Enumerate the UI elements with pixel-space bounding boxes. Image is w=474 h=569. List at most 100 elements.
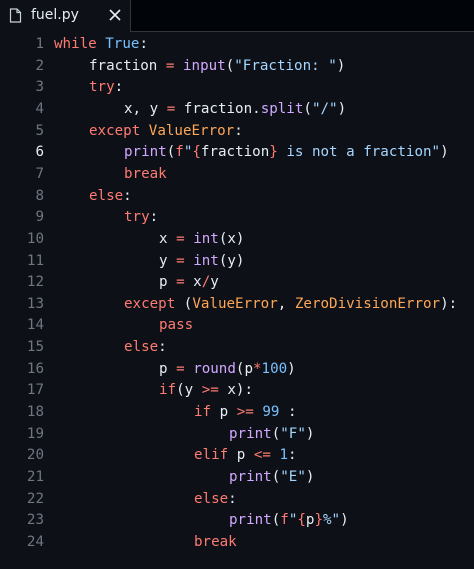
code-token: p [159, 360, 168, 377]
code-token: ValueError [192, 295, 278, 312]
code-text: break [194, 532, 237, 553]
line-number: 8 [35, 187, 44, 204]
code-line[interactable]: 5 except ValueError: [0, 121, 474, 142]
code-text: else: [124, 337, 167, 358]
code-line[interactable]: 18 if p >= 99 : [0, 402, 474, 423]
tab-fuel-py[interactable]: fuel.py [0, 0, 131, 32]
code-line[interactable]: 4 x, y = fraction.split("/") [0, 99, 474, 120]
code-line[interactable]: 21 print("E") [0, 467, 474, 488]
code-line[interactable]: 16 p = round(p*100) [0, 359, 474, 380]
code-line[interactable]: 6 print(f"{fraction} is not a fraction") [0, 142, 474, 163]
code-line[interactable]: 19 print("F") [0, 424, 474, 445]
code-token: * [253, 360, 262, 377]
code-token: , [277, 295, 295, 312]
line-number: 1 [35, 36, 44, 52]
code-line[interactable]: 17 if(y >= x): [0, 380, 474, 401]
code-token: "/" [311, 100, 338, 117]
line-number: 3 [35, 79, 44, 96]
code-token: while [54, 36, 97, 52]
code-text: x = int(x) [159, 229, 244, 250]
code-token: ): [440, 295, 458, 312]
code-token: (y [176, 382, 194, 399]
code-token: ( [271, 512, 281, 529]
line-number: 9 [35, 209, 44, 226]
code-token: ) [287, 360, 296, 377]
code-token: p [211, 404, 229, 421]
code-token: : [279, 404, 297, 421]
code-text: pass [159, 315, 193, 336]
code-token: ) [305, 469, 315, 485]
code-token: input [182, 57, 226, 74]
code-line[interactable]: 3 try: [0, 77, 474, 98]
code-line[interactable]: 23 print(f"{p}%") [0, 510, 474, 531]
code-token: break [124, 165, 167, 182]
code-line[interactable]: 13 except (ValueError, ZeroDivisionError)… [0, 294, 474, 315]
code-token: ) [337, 100, 347, 117]
code-token: is not a fraction" [277, 144, 441, 161]
close-icon[interactable] [107, 6, 123, 24]
code-token: fraction [200, 144, 270, 161]
line-number: 20 [26, 447, 44, 464]
code-editor[interactable]: 1 while True: 2 fraction = input("Fraction:… [0, 33, 474, 569]
code-token: p [159, 274, 168, 291]
code-token: fraction [89, 57, 158, 74]
code-token: 1 [279, 447, 288, 464]
code-text: fraction = input("Fraction: ") [89, 56, 345, 77]
code-line[interactable]: 2 fraction = input("Fraction: ") [0, 56, 474, 77]
code-token: x, y [124, 100, 159, 117]
code-line[interactable]: 10 x = int(x) [0, 229, 474, 250]
code-line[interactable]: 8 else: [0, 186, 474, 207]
code-token: print [229, 425, 272, 442]
code-token: } [314, 512, 323, 529]
code-line[interactable]: 12 p = x/y [0, 272, 474, 293]
code-token: f [280, 512, 289, 529]
line-number: 13 [26, 295, 44, 312]
code-token: int [193, 252, 219, 269]
code-token: >= [201, 382, 219, 399]
line-number: 18 [26, 404, 44, 421]
code-line[interactable]: 22 else: [0, 489, 474, 510]
code-token: : [234, 122, 243, 139]
code-token: : [114, 79, 124, 96]
code-token: : [139, 36, 148, 52]
code-token: if [159, 382, 177, 399]
code-line[interactable]: 14 pass [0, 315, 474, 336]
code-line[interactable]: 20 elif p <= 1: [0, 445, 474, 466]
line-number: 11 [26, 252, 44, 269]
code-line[interactable]: 7 break [0, 164, 474, 185]
code-token: round [193, 360, 236, 377]
code-token: { [192, 144, 201, 161]
code-text: else: [194, 489, 237, 510]
code-text: except ValueError: [89, 121, 243, 142]
code-line[interactable]: 9 try: [0, 207, 474, 228]
code-text: while True: [54, 34, 148, 55]
line-number: 16 [26, 360, 44, 377]
code-token: (p [235, 360, 253, 377]
code-line[interactable]: 1 while True: [0, 34, 474, 55]
code-text: y = int(y) [159, 251, 244, 272]
code-token: 100 [261, 360, 288, 377]
line-number: 15 [26, 339, 44, 356]
code-text: try: [124, 207, 158, 228]
code-token: ) [305, 425, 315, 442]
code-line[interactable]: 11 y = int(y) [0, 251, 474, 272]
code-line[interactable]: 15 else: [0, 337, 474, 358]
line-number: 5 [35, 122, 44, 139]
code-token: : [288, 447, 297, 464]
code-token: = [176, 274, 185, 291]
code-token: ) [340, 512, 349, 529]
line-number: 7 [35, 165, 44, 182]
code-token: f [175, 144, 184, 161]
code-token: ) [440, 144, 449, 161]
code-line[interactable]: 24 break [0, 532, 474, 553]
code-token: (y) [218, 252, 245, 269]
code-token: 99 [262, 404, 280, 421]
